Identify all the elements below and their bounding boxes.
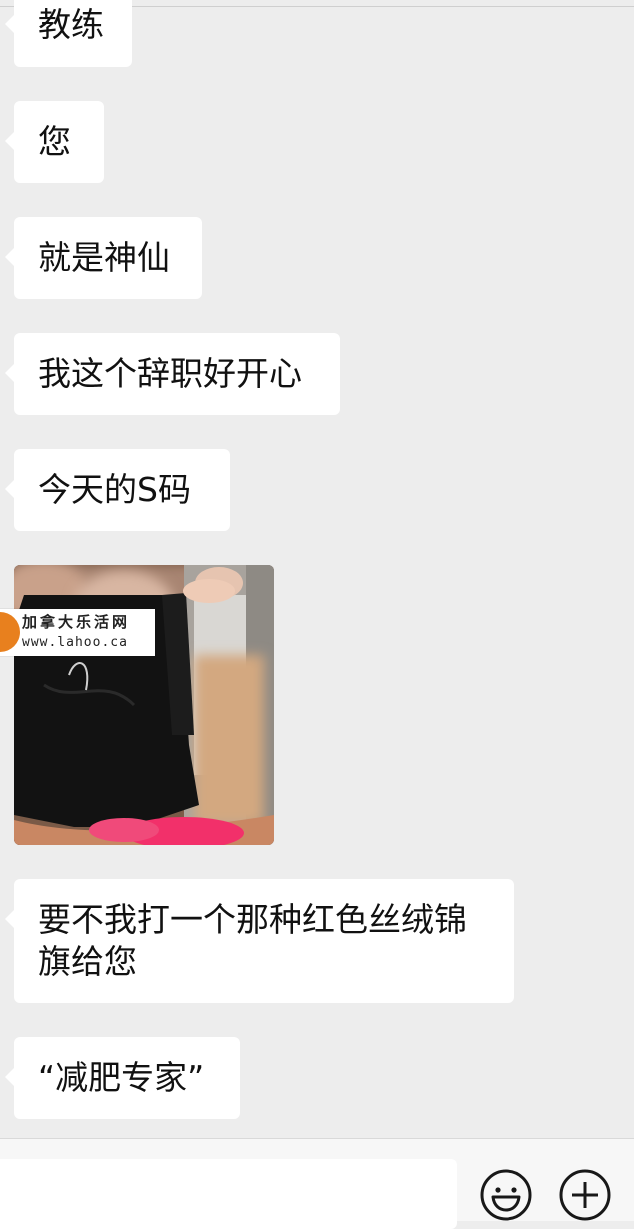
emoji-button[interactable] [480, 1169, 532, 1221]
watermark-name: 加拿大乐活网 [22, 613, 131, 631]
watermark-icon [0, 612, 20, 652]
input-bar [0, 1138, 634, 1229]
plus-circle-icon [559, 1169, 611, 1221]
watermark-url: www.lahoo.ca [22, 635, 128, 650]
message-text: 要不我打一个那种红色丝绒锦 旗给您 [38, 900, 467, 981]
message-text: 就是神仙 [38, 238, 170, 277]
message-text: 您 [38, 122, 71, 161]
smiley-face-icon [480, 1169, 532, 1221]
watermark-logo: 加拿大乐活网 www.lahoo.ca [0, 609, 155, 656]
message-bubble[interactable]: 就是神仙 [5, 217, 202, 299]
message-bubble[interactable]: 我这个辞职好开心 [5, 333, 340, 415]
message-bubble[interactable]: 今天的S码 [5, 449, 230, 531]
message-text: 我这个辞职好开心 [38, 354, 302, 393]
message-text: 今天的S码 [38, 470, 191, 509]
image-message[interactable] [14, 565, 274, 845]
photo-illustration [14, 565, 274, 845]
message-input[interactable] [0, 1159, 457, 1229]
message-text: 教练 [38, 5, 104, 44]
message-bubble[interactable]: 要不我打一个那种红色丝绒锦 旗给您 [5, 879, 514, 1003]
message-text: “减肥专家” [38, 1058, 205, 1097]
more-options-button[interactable] [559, 1169, 611, 1221]
message-bubble[interactable]: 您 [5, 101, 104, 183]
message-bubble[interactable]: “减肥专家” [5, 1037, 240, 1119]
message-bubble[interactable]: 教练 [5, 0, 132, 67]
